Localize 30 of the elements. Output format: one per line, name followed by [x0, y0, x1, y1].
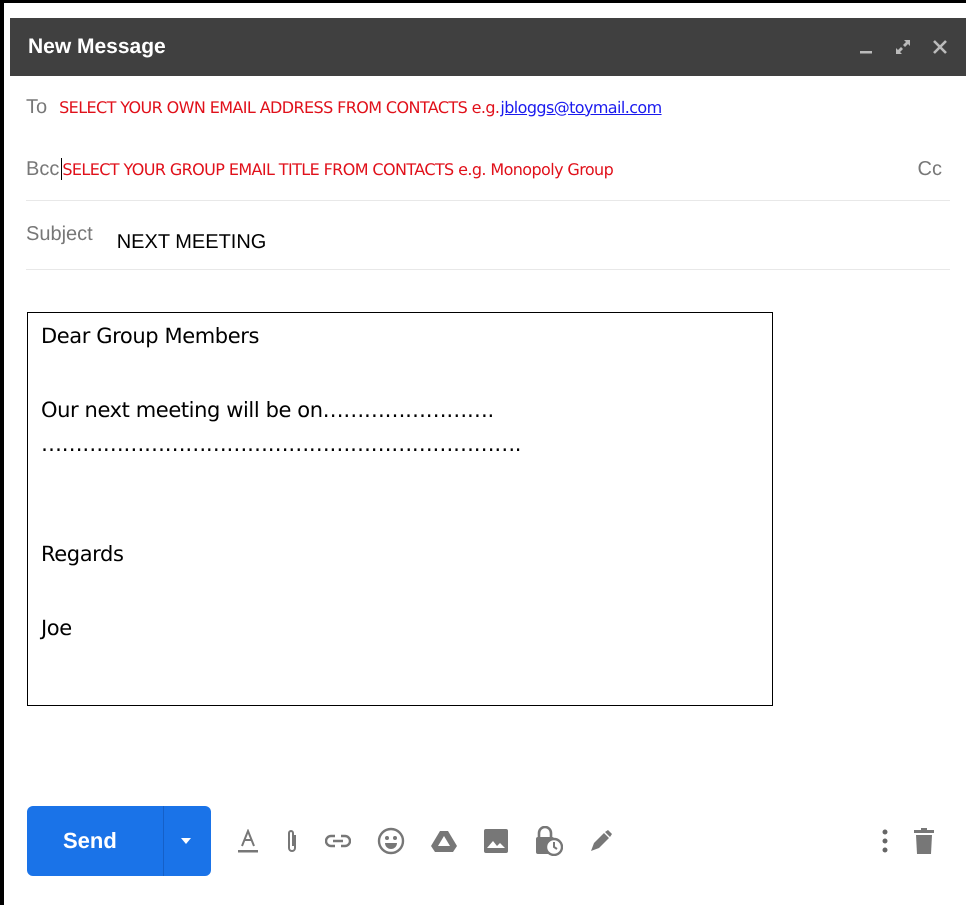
bcc-hint: SELECT YOUR GROUP EMAIL TITLE FROM CONTACTS e.g. Monopoly Group [62, 160, 614, 178]
dropdown-caret-icon[interactable] [180, 837, 192, 845]
body-text: ……………………………………………………………. [41, 431, 522, 458]
body-text: Dear Group Members [41, 323, 260, 350]
to-hint: SELECT YOUR OWN EMAIL ADDRESS FROM CONTACTS e.g. [59, 98, 500, 116]
expand-icon[interactable] [894, 38, 912, 56]
body-text: Our next meeting will be on……………………. [41, 397, 495, 424]
triangle-icon[interactable] [431, 830, 457, 852]
paperclip-icon[interactable] [285, 828, 299, 854]
link-icon[interactable] [325, 834, 351, 848]
subject-field[interactable]: NEXT MEETING [116, 230, 266, 254]
email-link[interactable]: jbloggs@toymail.com [500, 98, 662, 116]
close-icon[interactable] [932, 39, 948, 55]
text-format-icon[interactable] [237, 829, 259, 853]
image-icon[interactable] [483, 828, 509, 854]
body-text: Regards [41, 541, 125, 568]
body-text: Joe [41, 615, 73, 642]
trash-icon[interactable] [914, 828, 934, 854]
pen-icon[interactable] [589, 829, 613, 853]
more-options-icon[interactable] [882, 829, 888, 853]
text-cursor [61, 158, 62, 180]
message-body[interactable]: Dear Group Members Our next meeting will be on……………………. ……………………………………………………………. Regards Joe [27, 312, 773, 706]
subject-label: Subject [26, 223, 93, 246]
send-button[interactable]: Send [27, 806, 211, 876]
window-title: New Message [28, 35, 166, 59]
smiley-icon[interactable] [377, 827, 405, 855]
lock-clock-icon[interactable] [535, 826, 563, 856]
bcc-label: Bcc [26, 158, 60, 180]
to-label: To [26, 96, 48, 118]
cc-link[interactable]: Cc [918, 158, 950, 180]
